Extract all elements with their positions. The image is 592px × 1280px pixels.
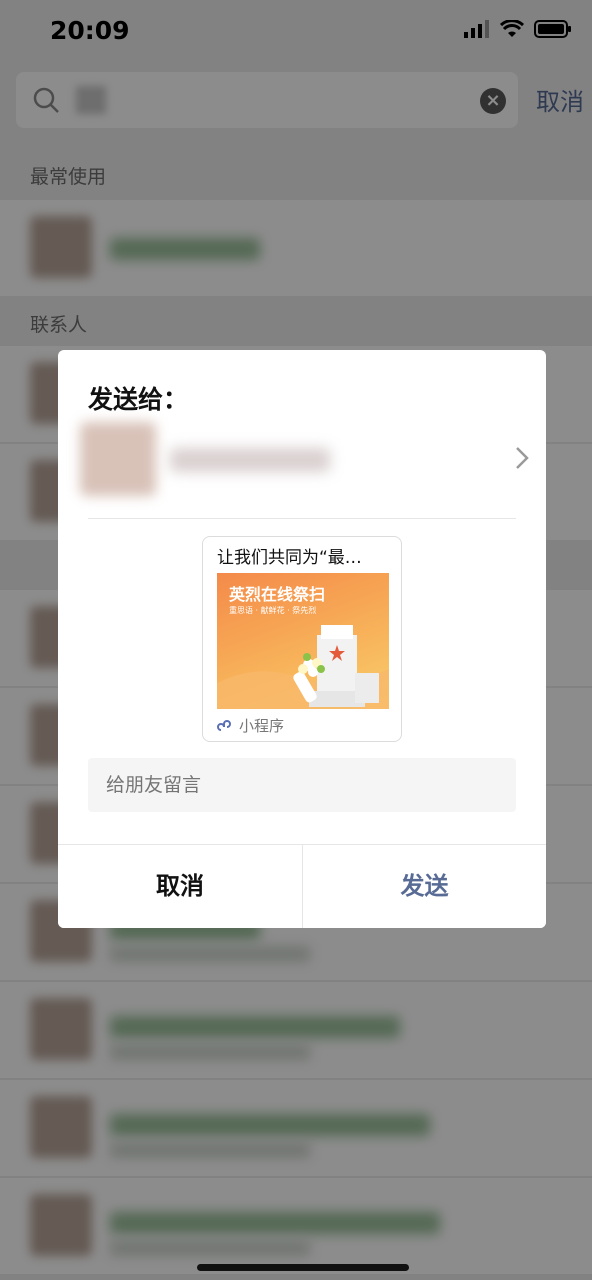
chevron-right-icon (516, 447, 529, 469)
memorial-illustration (217, 625, 389, 709)
recipient-name-blurred (170, 448, 330, 472)
mini-program-icon (217, 719, 231, 731)
message-input[interactable] (88, 758, 516, 812)
send-button[interactable]: 发送 (302, 845, 546, 928)
card-title: 让我们共同为“最… (217, 548, 362, 568)
home-indicator[interactable] (197, 1264, 409, 1271)
recipient-row[interactable] (80, 422, 530, 496)
divider (88, 518, 516, 519)
mini-program-tag: 小程序 (217, 715, 284, 736)
card-image: 英烈在线祭扫 重思语 · 献鲜花 · 祭先烈 (217, 573, 389, 709)
recipient-avatar (80, 422, 156, 496)
mini-program-label: 小程序 (239, 717, 285, 735)
share-dialog: 发送给： 让我们共同为“最… 英烈在线祭扫 重思语 · 献鲜花 · 祭先烈 小程… (58, 350, 546, 928)
cancel-button[interactable]: 取消 (58, 845, 302, 928)
dialog-title: 发送给： (88, 385, 189, 414)
mini-program-card: 让我们共同为“最… 英烈在线祭扫 重思语 · 献鲜花 · 祭先烈 小程序 (202, 536, 402, 742)
